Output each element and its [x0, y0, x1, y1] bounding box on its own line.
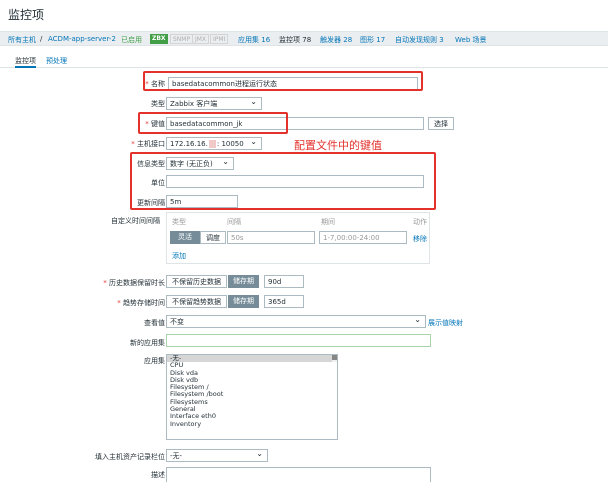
breadcrumb-separator: /	[40, 35, 43, 43]
list-item[interactable]: -无-	[167, 355, 337, 363]
host-status[interactable]: 已启用	[121, 35, 142, 45]
interface-select[interactable]: 172.16.16.: 10050 ⌄	[166, 137, 262, 150]
interface-label: * 主机接口	[131, 140, 165, 148]
triggers-link[interactable]: 触发器 28	[320, 35, 352, 45]
chevron-down-icon: ⌄	[250, 97, 257, 106]
inventory-select[interactable]: -无- ⌄	[166, 449, 268, 462]
trends-no-keep-button[interactable]: 不保留趋势数据	[166, 295, 227, 308]
trends-label: * 趋势存储时间	[117, 299, 165, 307]
col-action-header: 动作	[413, 218, 427, 226]
tab-preprocessing[interactable]: 预处理	[46, 56, 67, 66]
scrollbar-thumb[interactable]	[332, 355, 337, 360]
valuemap-label: 查看值	[144, 319, 165, 327]
form-tabs: 监控项 预处理	[0, 56, 608, 68]
history-input[interactable]: 90d	[264, 275, 304, 288]
host-subnav: 所有主机 / ACDM-app-server-2 已启用 ZBX SNMP JM…	[0, 31, 608, 46]
chevron-down-icon: ⌄	[256, 449, 263, 458]
web-scenarios-link[interactable]: Web 场景	[455, 35, 487, 45]
zbx-badge: ZBX	[150, 34, 168, 44]
remove-interval-link[interactable]: 移除	[413, 234, 427, 244]
custom-intervals-label: 自定义时间间隔	[111, 217, 160, 225]
highlight-key	[138, 112, 288, 134]
description-label: 描述	[151, 471, 165, 479]
scheduling-toggle[interactable]: 调度	[200, 231, 226, 244]
redacted-mask	[208, 140, 216, 148]
new-app-label: 新的应用集	[130, 339, 165, 347]
col-type-header: 类型	[172, 218, 186, 226]
trends-input[interactable]: 365d	[264, 295, 304, 308]
page-title: 监控项	[8, 8, 45, 22]
list-item[interactable]: Inventory	[167, 420, 337, 428]
col-interval-header: 间隔	[227, 218, 241, 226]
jmx-badge: JMX	[192, 34, 210, 44]
history-storage-button[interactable]: 储存期	[228, 275, 259, 288]
chevron-down-icon: ⌄	[414, 315, 421, 324]
host-link[interactable]: ACDM-app-server-2	[48, 35, 116, 43]
new-app-input[interactable]	[166, 334, 431, 347]
history-label: * 历史数据保留时长	[103, 279, 165, 287]
tab-item[interactable]: 监控项	[15, 56, 36, 68]
highlight-type-block	[130, 152, 436, 210]
key-select-button[interactable]: 选择	[428, 117, 454, 130]
period-input[interactable]: 1-7,00:00-24:00	[319, 231, 407, 244]
valuemap-select[interactable]: 不变 ⌄	[166, 315, 426, 328]
type-select[interactable]: Zabbix 客户端 ⌄	[166, 97, 262, 110]
history-no-keep-button[interactable]: 不保留历史数据	[166, 275, 227, 288]
discovery-rules-link[interactable]: 自动发现规则 3	[395, 35, 444, 45]
annotation-text: 配置文件中的键值	[294, 139, 382, 152]
type-label: 类型	[151, 100, 165, 108]
ipmi-badge: IPMI	[210, 34, 229, 44]
applications-listbox[interactable]: -无- CPU Disk vda Disk vdb Filesystem / F…	[166, 354, 338, 440]
items-link[interactable]: 监控项 78	[279, 35, 311, 45]
inventory-label: 填入主机资产记录栏位	[95, 453, 165, 461]
trends-storage-button[interactable]: 储存期	[228, 295, 259, 308]
description-textarea[interactable]	[166, 467, 431, 482]
listbox-scrollbar[interactable]	[332, 355, 337, 363]
all-hosts-link[interactable]: 所有主机	[8, 35, 36, 45]
highlight-name	[143, 71, 423, 91]
custom-intervals-table: 类型 间隔 期间 动作 灵活 调度 50s 1-7,00:00-24:00 移除…	[166, 212, 430, 264]
applications-label: 应用集	[144, 357, 165, 365]
col-period-header: 期间	[321, 218, 335, 226]
applications-link[interactable]: 应用集 16	[238, 35, 270, 45]
add-interval-link[interactable]: 添加	[172, 251, 186, 261]
flexible-toggle[interactable]: 灵活	[170, 231, 200, 244]
chevron-down-icon: ⌄	[250, 137, 257, 146]
snmp-badge: SNMP	[170, 34, 194, 44]
interval-input[interactable]: 50s	[227, 231, 315, 244]
show-valuemap-link[interactable]: 展示值映射	[428, 318, 463, 328]
graphs-link[interactable]: 图形 17	[360, 35, 385, 45]
